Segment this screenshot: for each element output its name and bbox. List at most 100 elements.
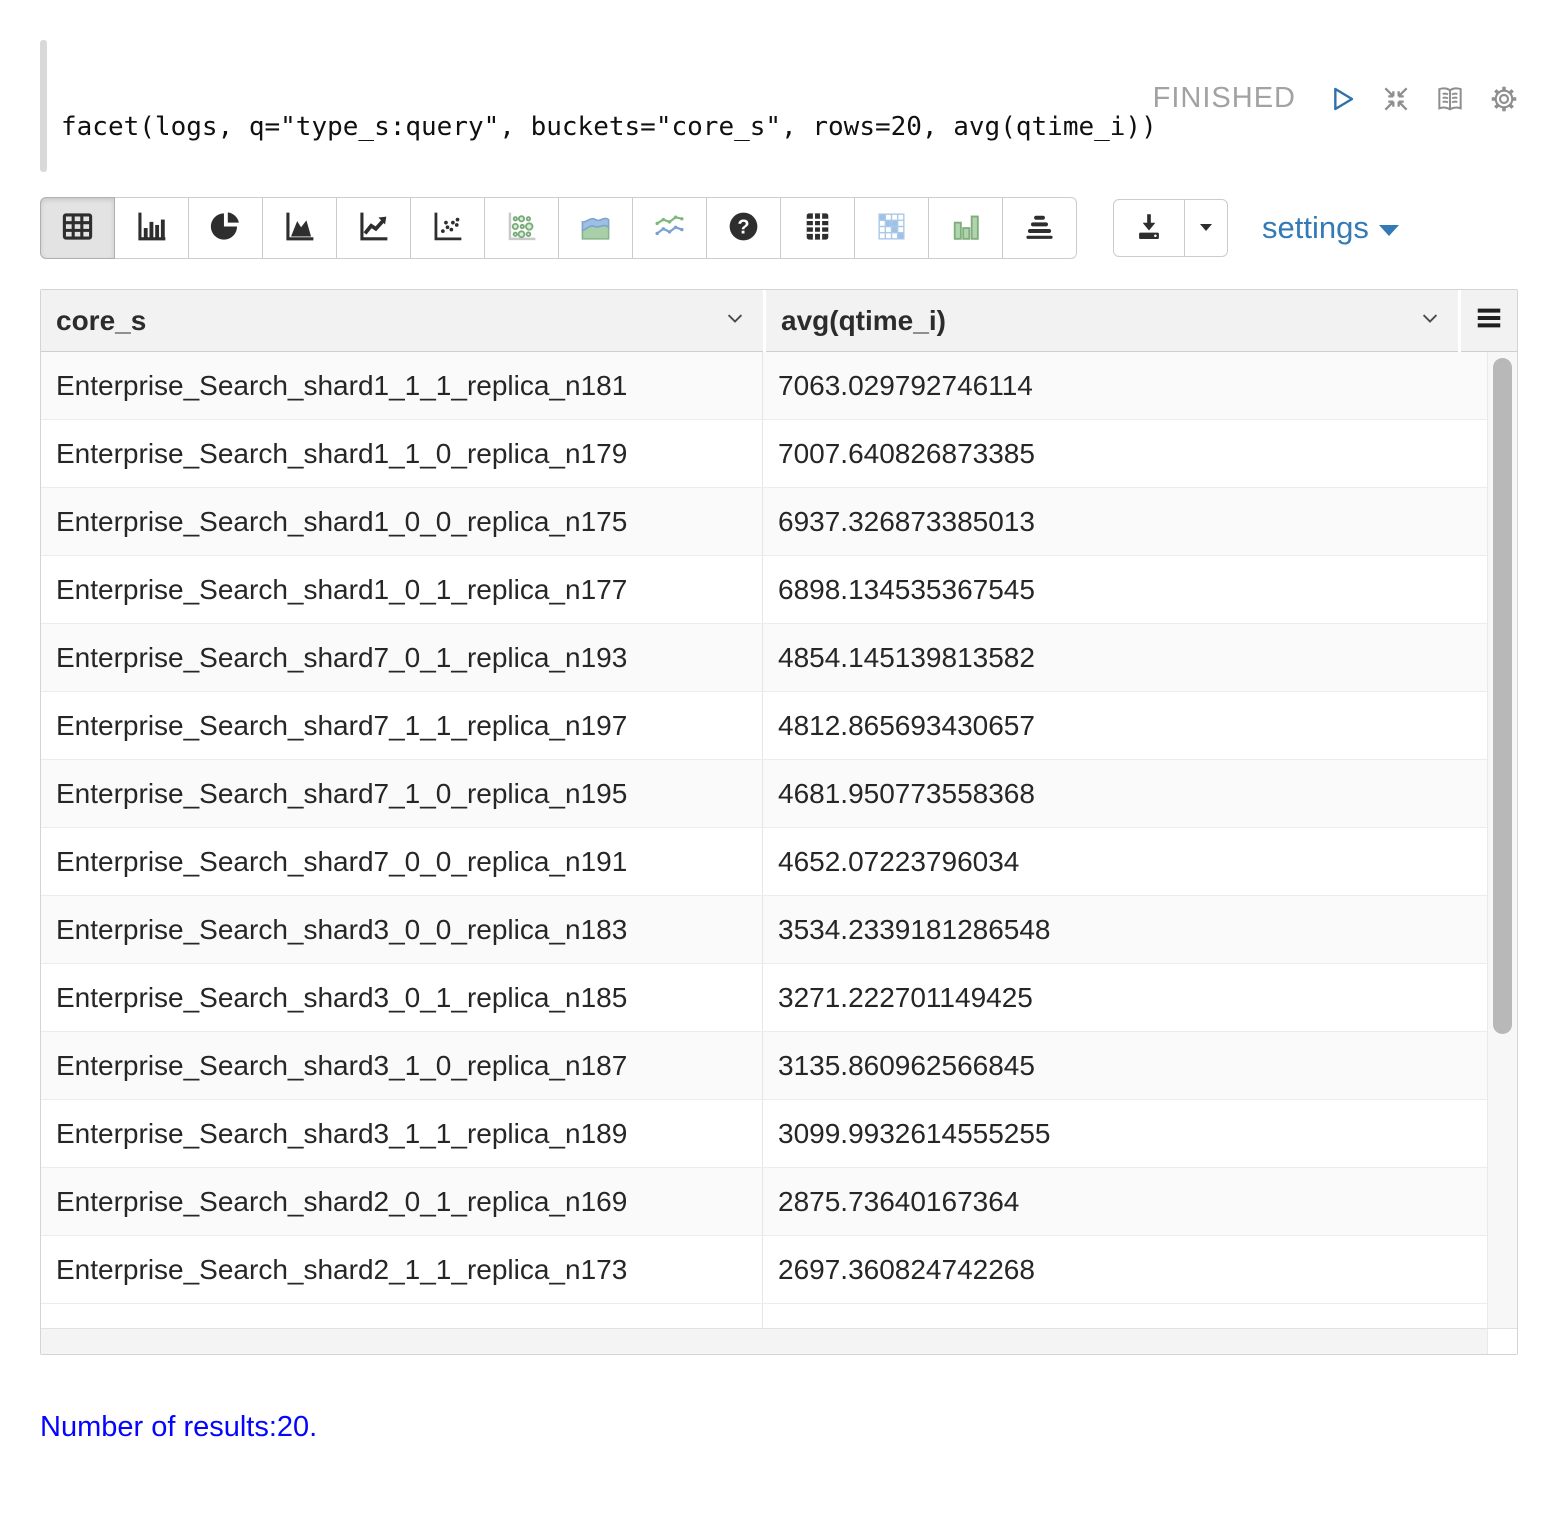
- area-chart-icon: [281, 208, 318, 248]
- table-cell-avg-qtime-i: 2875.73640167364: [763, 1168, 1517, 1235]
- table-row: Enterprise_Search_shard7_1_0_replica_n19…: [41, 760, 1517, 828]
- chart-bubble-button[interactable]: [484, 197, 559, 259]
- table-row-clipped: [41, 1304, 1517, 1328]
- table-cell-avg-qtime-i: 4854.145139813582: [763, 624, 1517, 691]
- chart-pyramid-button[interactable]: [1002, 197, 1077, 259]
- chart-type-buttons: ?: [40, 197, 1077, 259]
- combo-line-chart-icon: [651, 208, 688, 248]
- table-cell-core-s: [41, 1304, 763, 1328]
- collapse-icon[interactable]: [1380, 83, 1412, 115]
- table-icon: [59, 208, 96, 248]
- chart-combo-line-button[interactable]: [632, 197, 707, 259]
- table-row: Enterprise_Search_shard1_1_0_replica_n17…: [41, 420, 1517, 488]
- table-cell-core-s: Enterprise_Search_shard3_1_0_replica_n18…: [41, 1032, 763, 1099]
- table-row: Enterprise_Search_shard3_0_1_replica_n18…: [41, 964, 1517, 1032]
- table-cell-avg-qtime-i: 7063.029792746114: [763, 352, 1517, 419]
- scrollbar-corner: [1487, 1329, 1517, 1354]
- horizontal-scrollbar-track[interactable]: [41, 1329, 1487, 1354]
- bar-chart-icon: [133, 208, 170, 248]
- download-caret-button[interactable]: [1184, 199, 1228, 257]
- column-header-label: avg(qtime_i): [781, 305, 946, 337]
- table-cell-avg-qtime-i: 3271.222701149425: [763, 964, 1517, 1031]
- chart-help-button[interactable]: ?: [706, 197, 781, 259]
- table-cell-avg-qtime-i: 4681.950773558368: [763, 760, 1517, 827]
- settings-dropdown[interactable]: settings: [1262, 210, 1399, 246]
- svg-text:?: ?: [737, 217, 749, 239]
- table-cell-core-s: Enterprise_Search_shard2_0_1_replica_n16…: [41, 1168, 763, 1235]
- table-row: Enterprise_Search_shard1_1_1_replica_n18…: [41, 352, 1517, 420]
- column-chart-icon: [947, 208, 984, 248]
- chart-table-button[interactable]: [40, 197, 115, 259]
- chart-stacked-area-button[interactable]: [558, 197, 633, 259]
- paragraph-status-bar: FINISHED: [1153, 82, 1520, 115]
- results-count: Number of results:20.: [40, 1411, 1558, 1444]
- table-cell-core-s: Enterprise_Search_shard1_0_0_replica_n17…: [41, 488, 763, 555]
- chart-pie-button[interactable]: [188, 197, 263, 259]
- help-icon: ?: [725, 208, 762, 248]
- run-icon[interactable]: [1326, 83, 1358, 115]
- chart-data-grid-button[interactable]: [780, 197, 855, 259]
- table-cell-avg-qtime-i: 6898.134535367545: [763, 556, 1517, 623]
- table-row: Enterprise_Search_shard7_1_1_replica_n19…: [41, 692, 1517, 760]
- table-row: Enterprise_Search_shard7_0_0_replica_n19…: [41, 828, 1517, 896]
- scatter-chart-icon: [429, 208, 466, 248]
- download-button[interactable]: [1113, 199, 1185, 257]
- table-cell-core-s: Enterprise_Search_shard1_1_0_replica_n17…: [41, 420, 763, 487]
- table-cell-avg-qtime-i: [763, 1304, 1517, 1328]
- chart-scatter-button[interactable]: [410, 197, 485, 259]
- table-row: Enterprise_Search_shard1_0_1_replica_n17…: [41, 556, 1517, 624]
- table-cell-avg-qtime-i: 4652.07223796034: [763, 828, 1517, 895]
- table-cell-core-s: Enterprise_Search_shard7_0_1_replica_n19…: [41, 624, 763, 691]
- code-line[interactable]: facet(logs, q="type_s:query", buckets="c…: [47, 40, 1157, 172]
- heatmap-icon: [873, 208, 910, 248]
- table-row: Enterprise_Search_shard3_1_0_replica_n18…: [41, 1032, 1517, 1100]
- table-cell-avg-qtime-i: 3135.860962566845: [763, 1032, 1517, 1099]
- chart-bar-button[interactable]: [114, 197, 189, 259]
- column-header-core-s[interactable]: core_s: [41, 290, 763, 352]
- table-row: Enterprise_Search_shard2_1_1_replica_n17…: [41, 1236, 1517, 1304]
- table-cell-avg-qtime-i: 6937.326873385013: [763, 488, 1517, 555]
- data-grid-icon: [799, 208, 836, 248]
- download-split-button: [1113, 199, 1228, 257]
- table-row: Enterprise_Search_shard2_0_1_replica_n16…: [41, 1168, 1517, 1236]
- table-cell-core-s: Enterprise_Search_shard3_0_1_replica_n18…: [41, 964, 763, 1031]
- chart-area-button[interactable]: [262, 197, 337, 259]
- chevron-down-icon[interactable]: [721, 304, 749, 337]
- results-table: core_s avg(qtime_i) Enterprise_Search_sh…: [40, 289, 1518, 1355]
- table-cell-core-s: Enterprise_Search_shard7_1_0_replica_n19…: [41, 760, 763, 827]
- table-cell-core-s: Enterprise_Search_shard3_0_0_replica_n18…: [41, 896, 763, 963]
- pyramid-chart-icon: [1021, 208, 1058, 248]
- table-row: Enterprise_Search_shard3_0_0_replica_n18…: [41, 896, 1517, 964]
- caret-down-icon: [1194, 215, 1218, 242]
- table-cell-core-s: Enterprise_Search_shard3_1_1_replica_n18…: [41, 1100, 763, 1167]
- chart-heatmap-button[interactable]: [854, 197, 929, 259]
- column-header-avg-qtime-i[interactable]: avg(qtime_i): [766, 290, 1458, 352]
- hamburger-menu-icon: [1474, 303, 1504, 338]
- table-cell-avg-qtime-i: 7007.640826873385: [763, 420, 1517, 487]
- vertical-scrollbar-thumb[interactable]: [1493, 358, 1512, 1034]
- editor-gutter: [40, 40, 47, 172]
- table-cell-core-s: Enterprise_Search_shard1_0_1_replica_n17…: [41, 556, 763, 623]
- chevron-down-icon[interactable]: [1416, 304, 1444, 337]
- table-row: Enterprise_Search_shard3_1_1_replica_n18…: [41, 1100, 1517, 1168]
- table-cell-core-s: Enterprise_Search_shard7_1_1_replica_n19…: [41, 692, 763, 759]
- table-header: core_s avg(qtime_i): [41, 290, 1517, 352]
- pie-chart-icon: [207, 208, 244, 248]
- table-cell-avg-qtime-i: 3534.2339181286548: [763, 896, 1517, 963]
- book-icon[interactable]: [1434, 83, 1466, 115]
- chart-column-button[interactable]: [928, 197, 1003, 259]
- table-cell-avg-qtime-i: 2697.360824742268: [763, 1236, 1517, 1303]
- table-cell-core-s: Enterprise_Search_shard2_1_1_replica_n17…: [41, 1236, 763, 1303]
- table-menu-button[interactable]: [1461, 290, 1517, 352]
- table-cell-avg-qtime-i: 4812.865693430657: [763, 692, 1517, 759]
- chart-line-button[interactable]: [336, 197, 411, 259]
- gear-icon[interactable]: [1488, 83, 1520, 115]
- table-cell-core-s: Enterprise_Search_shard1_1_1_replica_n18…: [41, 352, 763, 419]
- vertical-scrollbar-track: [1487, 352, 1517, 1328]
- result-toolbar: ?: [40, 197, 1518, 259]
- bubble-chart-icon: [503, 208, 540, 248]
- paragraph-status: FINISHED: [1153, 82, 1296, 115]
- caret-down-icon: [1379, 225, 1399, 236]
- table-row: Enterprise_Search_shard7_0_1_replica_n19…: [41, 624, 1517, 692]
- line-chart-icon: [355, 208, 392, 248]
